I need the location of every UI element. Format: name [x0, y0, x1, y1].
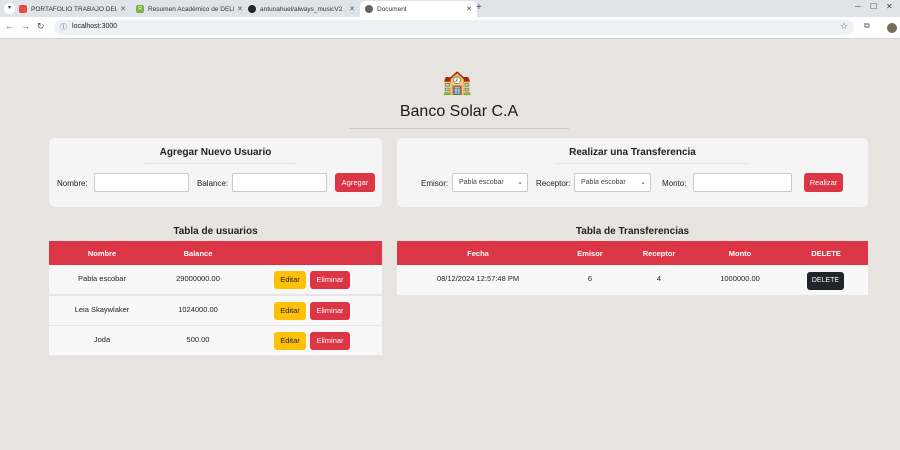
bookmark-star-icon[interactable]: ☆ — [840, 21, 848, 32]
tab-title: Resumen Académico de DELIA — [148, 5, 235, 13]
card-divider — [145, 163, 295, 164]
browser-tab-github[interactable]: antunahuel/always_musicV2 ✕ — [243, 1, 360, 17]
monto-input[interactable] — [693, 173, 792, 192]
back-icon[interactable]: ← — [5, 21, 14, 31]
receptor-selected-value: Pabla escobar — [581, 179, 626, 186]
edit-user-button[interactable]: Editar — [274, 271, 306, 289]
globe-icon — [365, 5, 373, 13]
edit-user-button[interactable]: Editar — [274, 332, 306, 350]
user-name: Joda — [93, 335, 111, 344]
browser-tab-document[interactable]: Document ✕ — [360, 1, 477, 17]
profile-avatar[interactable] — [887, 23, 897, 33]
table-row: Joda 500.00 Editar Eliminar — [49, 326, 382, 356]
column-header-fecha: Fecha — [467, 249, 489, 258]
transfer-emisor: 6 — [587, 274, 593, 283]
name-label: Nombre: — [57, 179, 88, 188]
delete-user-button[interactable]: Eliminar — [310, 302, 350, 320]
card-divider — [557, 163, 747, 164]
user-name: Pabla escobar — [78, 274, 126, 283]
extensions-icon[interactable]: ⧉ — [864, 21, 870, 31]
transfer-button[interactable]: Realizar — [804, 173, 843, 192]
bank-logo-icon: 🏫 — [442, 69, 472, 96]
site-info-icon[interactable]: ⓘ — [60, 22, 67, 32]
table-row: 08/12/2024 12:57:48 PM 6 4 1000000.00 DE… — [397, 265, 868, 296]
transfer-monto: 1000000.00 — [720, 274, 760, 283]
address-bar[interactable]: ⓘ localhost:3000 ☆ — [54, 20, 854, 35]
close-window-icon[interactable]: ✕ — [886, 2, 893, 11]
transfer-fecha: 08/12/2024 12:57:48 PM — [436, 274, 520, 283]
tab-title: Document — [377, 5, 407, 13]
user-balance: 1024000.00 — [178, 305, 218, 314]
column-header-nombre: Nombre — [87, 249, 117, 258]
tab-title: PORTAFOLIO TRABAJO DELIA — [31, 5, 118, 13]
edit-user-button[interactable]: Editar — [274, 302, 306, 320]
column-header-monto: Monto — [728, 249, 752, 258]
monto-label: Monto: — [662, 179, 687, 188]
page-title: Banco Solar C.A — [399, 103, 519, 120]
close-tab-icon[interactable]: ✕ — [466, 5, 472, 13]
browser-toolbar: ← → ↻ ⓘ localhost:3000 ☆ ⧉ — [0, 17, 900, 39]
tab-title: antunahuel/always_musicV2 — [260, 5, 343, 13]
forward-icon[interactable]: → — [21, 21, 30, 31]
user-balance: 29000000.00 — [176, 274, 220, 283]
users-table-header: Nombre Balance — [49, 241, 382, 265]
emisor-selected-value: Pabla escobar — [459, 179, 504, 186]
column-header-emisor: Emisor — [577, 249, 603, 258]
portfolio-favicon — [19, 5, 27, 13]
transfers-table-header: Fecha Emisor Receptor Monto DELETE — [397, 241, 868, 265]
add-user-title: Agregar Nuevo Usuario — [159, 147, 272, 158]
transfer-title: Realizar una Transferencia — [569, 147, 696, 158]
chevron-down-icon: ⌄ — [640, 179, 646, 186]
browser-tabstrip: ▾ PORTAFOLIO TRABAJO DELIA ✕ R Resumen A… — [0, 0, 900, 17]
balance-label: Balance: — [197, 179, 229, 188]
minimize-icon[interactable]: ─ — [855, 2, 861, 11]
emisor-select[interactable]: Pabla escobar ⌄ — [452, 173, 528, 192]
title-divider — [349, 128, 569, 129]
user-name: Leia Skaywlaker — [74, 305, 130, 314]
github-icon — [248, 5, 256, 13]
transfer-receptor: 4 — [656, 274, 662, 283]
column-header-delete: DELETE — [811, 249, 841, 258]
resume-favicon: R — [136, 5, 144, 13]
delete-transfer-button[interactable]: DELETE — [807, 272, 844, 290]
close-tab-icon[interactable]: ✕ — [349, 5, 355, 13]
receptor-label: Receptor: — [536, 179, 571, 188]
browser-tab-portfolio[interactable]: PORTAFOLIO TRABAJO DELIA ✕ — [14, 1, 131, 17]
url-text: localhost:3000 — [72, 23, 118, 30]
delete-user-button[interactable]: Eliminar — [310, 271, 350, 289]
add-user-button[interactable]: Agregar — [335, 173, 375, 192]
name-input[interactable] — [94, 173, 189, 192]
receptor-select[interactable]: Pabla escobar ⌄ — [574, 173, 651, 192]
balance-input[interactable] — [232, 173, 327, 192]
maximize-icon[interactable]: ☐ — [870, 2, 877, 11]
browser-tab-resumen[interactable]: R Resumen Académico de DELIA ✕ — [131, 1, 248, 17]
emisor-label: Emisor: — [421, 179, 449, 188]
table-row: Pabla escobar 29000000.00 Editar Elimina… — [49, 265, 382, 295]
new-tab-icon[interactable]: + — [476, 2, 482, 13]
user-balance: 500.00 — [186, 335, 210, 344]
table-row: Leia Skaywlaker 1024000.00 Editar Elimin… — [49, 296, 382, 326]
close-tab-icon[interactable]: ✕ — [120, 5, 126, 13]
column-header-balance: Balance — [183, 249, 213, 258]
users-table-title: Tabla de usuarios — [173, 226, 258, 237]
reload-icon[interactable]: ↻ — [37, 21, 45, 32]
column-header-receptor: Receptor — [642, 249, 676, 258]
delete-user-button[interactable]: Eliminar — [310, 332, 350, 350]
chevron-down-icon: ⌄ — [517, 179, 523, 186]
transfers-table-title: Tabla de Transferencias — [575, 226, 690, 237]
